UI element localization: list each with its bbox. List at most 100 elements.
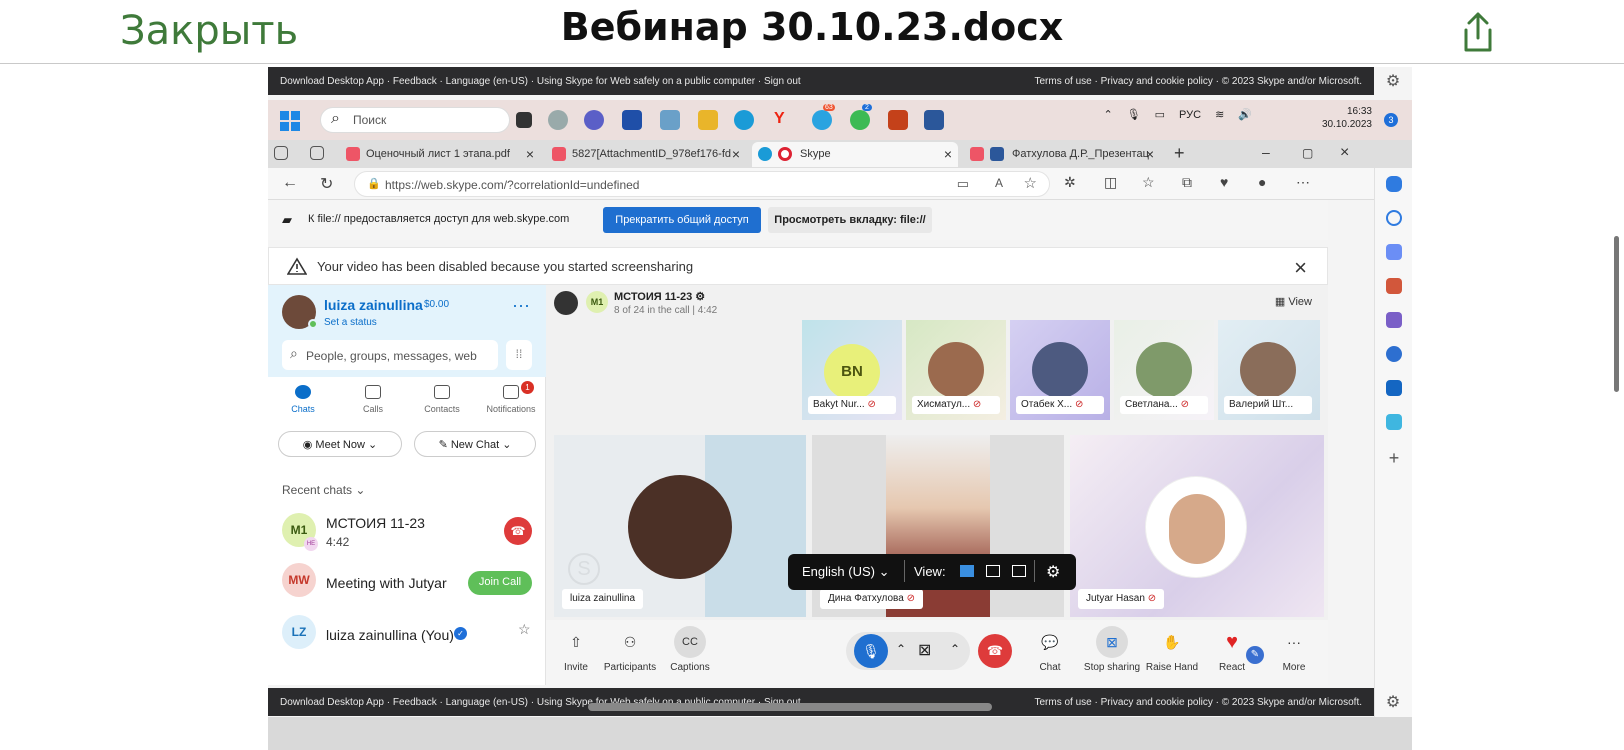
view-tab-button[interactable]: Просмотреть вкладку: file://: [768, 207, 932, 233]
nav-notifications[interactable]: 1 Notifications: [476, 381, 546, 414]
word-icon[interactable]: [924, 110, 944, 130]
drop-icon[interactable]: [1386, 414, 1402, 430]
participant-thumb[interactable]: Светлана... ⊘: [1114, 320, 1214, 420]
close-icon[interactable]: ×: [1294, 255, 1307, 281]
workspaces-icon[interactable]: [274, 146, 288, 160]
refresh-icon[interactable]: ↻: [320, 174, 333, 194]
video-off-icon[interactable]: ⊠: [918, 640, 931, 660]
feedback-link[interactable]: Feedback: [393, 697, 437, 708]
keyboard-icon[interactable]: ▭: [1155, 108, 1165, 121]
split-screen-icon[interactable]: ◫: [1104, 174, 1117, 191]
people-search-input[interactable]: ⌕ People, groups, messages, web: [282, 340, 498, 370]
menu-icon[interactable]: [554, 291, 578, 315]
wifi-icon[interactable]: ≋: [1215, 108, 1224, 121]
public-computer-link[interactable]: Using Skype for Web safely on a public c…: [537, 76, 755, 87]
microphone-button[interactable]: 🎙: [854, 634, 888, 668]
video-tile[interactable]: S luiza zainullina: [554, 435, 806, 617]
star-icon[interactable]: ☆: [518, 621, 531, 638]
nav-calls[interactable]: Calls: [338, 381, 408, 414]
new-chat-button[interactable]: ✎ New Chat ⌄: [414, 431, 536, 457]
tab-attachment[interactable]: 5827[AttachmentID_978ef176-fd ×: [546, 142, 746, 167]
close-tab-icon[interactable]: ×: [732, 146, 740, 162]
bottom-view-icon[interactable]: [1012, 565, 1026, 577]
language-link[interactable]: Language (en-US): [446, 76, 528, 87]
tab-actions-icon[interactable]: [310, 146, 324, 160]
microsoft365-icon[interactable]: [1386, 346, 1402, 362]
raise-hand-button[interactable]: ✋ Raise Hand: [1142, 626, 1202, 673]
share-icon[interactable]: [1458, 10, 1498, 54]
profile-icon[interactable]: ●: [1258, 174, 1266, 190]
windows-start-icon[interactable]: [280, 111, 300, 131]
powerpoint-icon[interactable]: [888, 110, 908, 130]
feedback-link[interactable]: Feedback: [393, 76, 437, 87]
participants-button[interactable]: ⚇ Participants: [600, 626, 660, 673]
games-icon[interactable]: [1386, 312, 1402, 328]
language-link[interactable]: Language (en-US): [446, 697, 528, 708]
more-options-icon[interactable]: ···: [512, 295, 530, 316]
more-button[interactable]: ··· More: [1264, 626, 1324, 673]
whatsapp-icon[interactable]: 2: [850, 104, 872, 130]
list-item[interactable]: LZ luiza zainullina (You) ✓ ☆: [268, 609, 546, 659]
more-icon[interactable]: ⋯: [1296, 174, 1310, 191]
teams-icon[interactable]: [584, 110, 604, 130]
page-scroll-indicator[interactable]: [1614, 236, 1619, 392]
read-aloud-icon[interactable]: A: [995, 176, 1003, 190]
collections-icon[interactable]: ⧉: [1182, 174, 1192, 191]
language-indicator[interactable]: РУС: [1179, 109, 1201, 121]
view-button[interactable]: ▦ View: [1275, 295, 1312, 308]
favorite-star-icon[interactable]: ☆: [1024, 174, 1037, 192]
chevron-up-icon[interactable]: ⌃: [896, 642, 906, 656]
side-view-icon[interactable]: [986, 565, 1000, 577]
overlay-view-icon[interactable]: [960, 565, 974, 577]
app-icon[interactable]: [660, 110, 680, 130]
widgets-icon[interactable]: [548, 110, 568, 130]
tab-presentation[interactable]: Фатхулова Д.Р._Презентац ×: [964, 142, 1160, 167]
performance-icon[interactable]: ♥: [1220, 174, 1228, 190]
recent-chats-header[interactable]: Recent chats ⌄: [282, 483, 365, 497]
favorites-icon[interactable]: ☆: [1142, 174, 1155, 191]
volume-icon[interactable]: 🔊: [1238, 108, 1252, 121]
chevron-up-icon[interactable]: ⌃: [1103, 108, 1112, 121]
notification-count[interactable]: 3: [1384, 113, 1398, 127]
hang-up-button[interactable]: ☎: [978, 634, 1012, 668]
participant-thumb[interactable]: Хисматул... ⊘: [906, 320, 1006, 420]
meet-now-button[interactable]: ◉ Meet Now ⌄: [278, 431, 402, 457]
privacy-link[interactable]: Privacy and cookie policy: [1101, 697, 1213, 708]
stop-sharing-button[interactable]: Прекратить общий доступ: [603, 207, 761, 233]
yandex-icon[interactable]: Y: [774, 110, 794, 130]
new-tab-button[interactable]: +: [1166, 142, 1196, 167]
task-view-icon[interactable]: [516, 112, 532, 128]
participant-thumb[interactable]: Отабек Х... ⊘: [1010, 320, 1110, 420]
sign-out-link[interactable]: Sign out: [764, 76, 801, 87]
back-icon[interactable]: ←: [282, 174, 298, 192]
taskbar-clock[interactable]: 16:33 30.10.2023: [1322, 105, 1372, 131]
stop-sharing-call-button[interactable]: ⊠ Stop sharing: [1082, 626, 1142, 673]
pen-icon[interactable]: ✎: [1246, 646, 1264, 664]
extensions-icon[interactable]: ✲: [1064, 174, 1076, 191]
video-tile[interactable]: Jutyar Hasan ⊘: [1070, 435, 1324, 617]
close-window-icon[interactable]: ×: [1334, 142, 1358, 167]
minimize-icon[interactable]: –: [1256, 142, 1280, 167]
tab-skype[interactable]: Skype ×: [752, 142, 958, 167]
download-link[interactable]: Download Desktop App: [280, 76, 384, 87]
close-tab-icon[interactable]: ×: [944, 146, 952, 162]
taskbar-search[interactable]: Поиск: [320, 107, 510, 133]
edge-icon[interactable]: [734, 110, 754, 130]
add-icon[interactable]: +: [1386, 449, 1402, 467]
url-field[interactable]: 🔒 https://web.skype.com/?correlationId=u…: [354, 171, 1050, 197]
captions-button[interactable]: CC Captions: [660, 626, 720, 673]
end-call-icon[interactable]: ☎: [504, 517, 532, 545]
chat-button[interactable]: 💬 Chat: [1020, 626, 1080, 673]
settings-icon[interactable]: ⚙: [695, 291, 705, 303]
shopping-tag-icon[interactable]: [1386, 244, 1402, 260]
terms-link[interactable]: Terms of use: [1034, 76, 1091, 87]
list-item[interactable]: M1 НЕ МСТОИЯ 11-23 4:42 ☎: [268, 507, 546, 557]
gear-icon[interactable]: ⚙: [1374, 688, 1412, 716]
close-tab-icon[interactable]: ×: [1146, 146, 1154, 162]
telegram-icon[interactable]: 63: [812, 104, 835, 130]
folder-icon[interactable]: [698, 110, 718, 130]
nav-contacts[interactable]: Contacts: [407, 381, 477, 414]
gear-icon[interactable]: ⚙: [1374, 67, 1412, 95]
privacy-link[interactable]: Privacy and cookie policy: [1101, 76, 1213, 87]
download-link[interactable]: Download Desktop App: [280, 697, 384, 708]
